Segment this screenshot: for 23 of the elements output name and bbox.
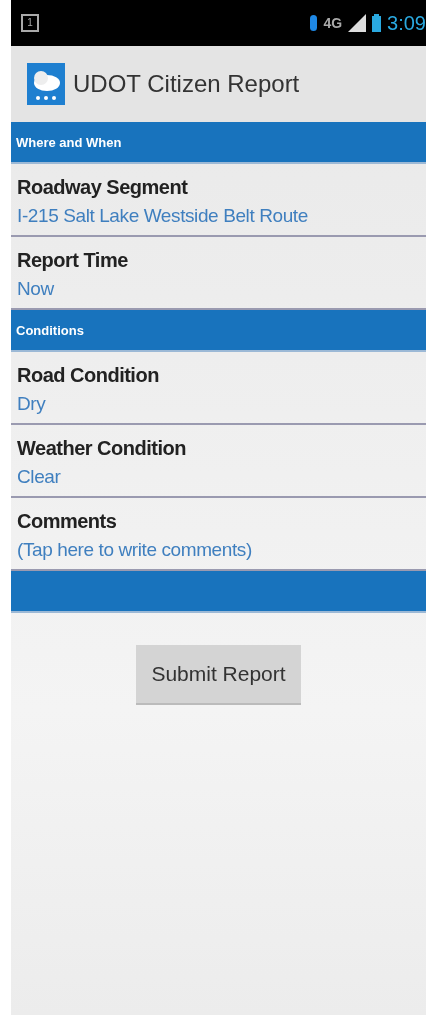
setting-label: Roadway Segment	[17, 176, 188, 199]
setting-value: Clear	[17, 466, 61, 488]
setting-label: Report Time	[17, 249, 128, 272]
submit-button[interactable]: Submit Report	[136, 645, 301, 705]
signal-icon	[348, 14, 367, 32]
setting-value: Dry	[17, 393, 46, 415]
notification-icon: 1	[21, 14, 39, 32]
setting-label: Comments	[17, 510, 117, 533]
setting-value: (Tap here to write comments)	[17, 539, 252, 561]
setting-value: Now	[17, 278, 54, 300]
setting-label: Road Condition	[17, 364, 159, 387]
network-label: 4G	[323, 15, 343, 31]
section-header: Conditions	[11, 310, 426, 352]
setting-row[interactable]: Roadway Segment I-215 Salt Lake Westside Belt Route	[11, 164, 426, 237]
clock: 3:09	[387, 11, 426, 35]
cloud-rain-icon	[27, 63, 65, 105]
setting-label: Weather Condition	[17, 437, 186, 460]
setting-value: I-215 Salt Lake Westside Belt Route	[17, 205, 308, 227]
app-title: UDOT Citizen Report	[73, 70, 300, 98]
setting-row[interactable]: Road Condition Dry	[11, 352, 426, 425]
section-header: Where and When	[11, 122, 426, 164]
battery-icon	[372, 14, 382, 32]
setting-row[interactable]: Weather Condition Clear	[11, 425, 426, 498]
